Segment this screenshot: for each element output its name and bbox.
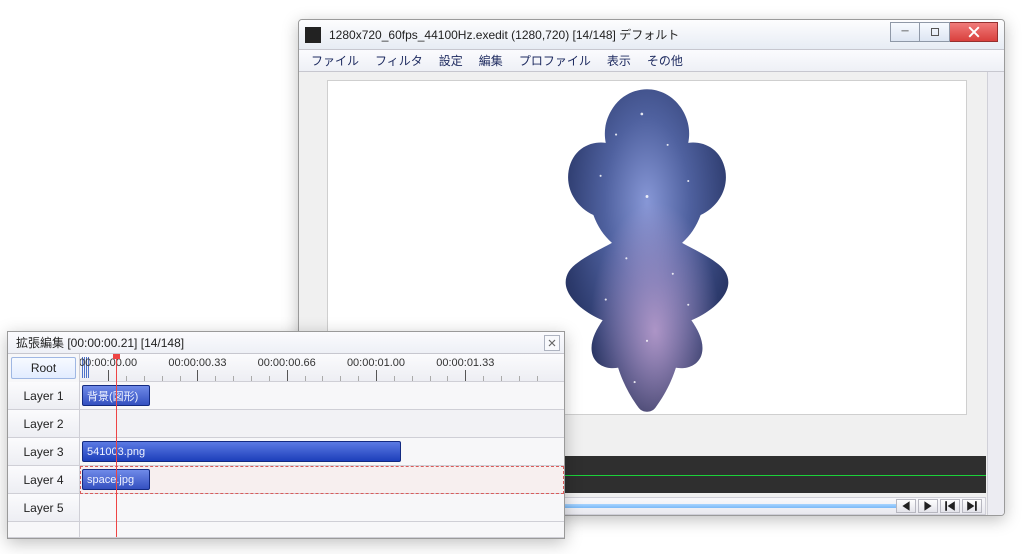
minimize-icon: ─: [901, 26, 908, 37]
minimize-button[interactable]: ─: [890, 22, 920, 42]
ruler-subtick: [537, 376, 538, 381]
to-start-button[interactable]: [940, 499, 960, 513]
ruler-subtick: [447, 376, 448, 381]
maximize-icon: [931, 28, 939, 36]
menu-settings[interactable]: 設定: [433, 50, 469, 71]
ruler-subtick: [251, 376, 252, 381]
root-button[interactable]: Root: [11, 357, 76, 379]
close-icon: [968, 26, 980, 38]
timeline-title: 拡張編集 [00:00:00.21] [14/148]: [16, 334, 184, 351]
to-end-button[interactable]: [962, 499, 982, 513]
timeline-ruler[interactable]: 00:00:00.00 00:00:00.33 00:00:00.66 00:00:0…: [80, 354, 564, 382]
timeline-close-button[interactable]: [544, 335, 560, 351]
track-layer-3[interactable]: 541003.png: [80, 438, 564, 466]
ruler-label: 00:00:00.66: [258, 357, 316, 369]
ruler-subtick: [394, 376, 395, 381]
menu-edit[interactable]: 編集: [473, 50, 509, 71]
timeline-body: Root Layer 1 Layer 2 Layer 3 Layer 4 Lay…: [8, 354, 564, 538]
to-end-icon: [966, 500, 978, 512]
timeline-window: 拡張編集 [00:00:00.21] [14/148] Root Layer 1…: [7, 331, 565, 539]
maximize-button[interactable]: [920, 22, 950, 42]
track-layer-5[interactable]: [80, 494, 564, 522]
ruler-tick: [197, 370, 198, 381]
ruler-tick: [108, 370, 109, 381]
layer-label-4[interactable]: Layer 4: [8, 466, 79, 494]
timeline-tracks[interactable]: 00:00:00.00 00:00:00.33 00:00:00.66 00:00:0…: [80, 354, 564, 537]
vertical-scrollbar[interactable]: [987, 72, 1004, 515]
ruler-tick: [376, 370, 377, 381]
to-start-icon: [944, 500, 956, 512]
ruler-subtick: [180, 376, 181, 381]
window-title: 1280x720_60fps_44100Hz.exedit (1280,720)…: [329, 26, 890, 43]
ruler-subtick: [430, 376, 431, 381]
layer-label-3[interactable]: Layer 3: [8, 438, 79, 466]
layer-label-5[interactable]: Layer 5: [8, 494, 79, 522]
ruler-label: 00:00:01.00: [347, 357, 405, 369]
layer-label-1[interactable]: Layer 1: [8, 382, 79, 410]
ruler-subtick: [501, 376, 502, 381]
ruler-subtick: [269, 376, 270, 381]
ruler-subtick: [483, 376, 484, 381]
ruler-subtick: [322, 376, 323, 381]
menu-profile[interactable]: プロファイル: [513, 50, 597, 71]
clip-layer-3[interactable]: 541003.png: [82, 441, 401, 462]
ruler-label: 00:00:00.33: [168, 357, 226, 369]
play-button[interactable]: [918, 499, 938, 513]
ruler-subtick: [358, 376, 359, 381]
ruler-tick: [465, 370, 466, 381]
ruler-subtick: [519, 376, 520, 381]
transport-controls: [896, 499, 982, 513]
menu-other[interactable]: その他: [641, 50, 689, 71]
app-icon: [305, 27, 321, 43]
ruler-subtick: [126, 376, 127, 381]
timeline-labels: Root Layer 1 Layer 2 Layer 3 Layer 4 Lay…: [8, 354, 80, 537]
ruler-subtick: [144, 376, 145, 381]
close-button[interactable]: [950, 22, 998, 42]
ruler-subtick: [305, 376, 306, 381]
prev-frame-button[interactable]: [896, 499, 916, 513]
ruler-subtick: [340, 376, 341, 381]
ruler-label: 00:00:00.00: [80, 357, 137, 369]
track-layer-1[interactable]: 背景(図形): [80, 382, 564, 410]
ruler-subtick: [412, 376, 413, 381]
ruler-tick: [287, 370, 288, 381]
ruler-subtick: [215, 376, 216, 381]
menu-view[interactable]: 表示: [601, 50, 637, 71]
track-layer-4[interactable]: space.jpg: [80, 466, 564, 494]
ruler-subtick: [162, 376, 163, 381]
layer-label-2[interactable]: Layer 2: [8, 410, 79, 438]
preview-content-silhouette: [542, 83, 752, 413]
titlebar[interactable]: 1280x720_60fps_44100Hz.exedit (1280,720)…: [299, 20, 1004, 50]
timeline-titlebar[interactable]: 拡張編集 [00:00:00.21] [14/148]: [8, 332, 564, 354]
playhead[interactable]: [116, 354, 117, 537]
ruler-label: 00:00:01.33: [436, 357, 494, 369]
menu-filter[interactable]: フィルタ: [369, 50, 429, 71]
ruler-subtick: [233, 376, 234, 381]
track-layer-2[interactable]: [80, 410, 564, 438]
close-icon: [548, 339, 556, 347]
play-icon: [922, 500, 934, 512]
prev-frame-icon: [900, 500, 912, 512]
menu-file[interactable]: ファイル: [305, 50, 365, 71]
window-controls: ─: [890, 22, 998, 42]
menubar: ファイル フィルタ 設定 編集 プロファイル 表示 その他: [299, 50, 1004, 72]
